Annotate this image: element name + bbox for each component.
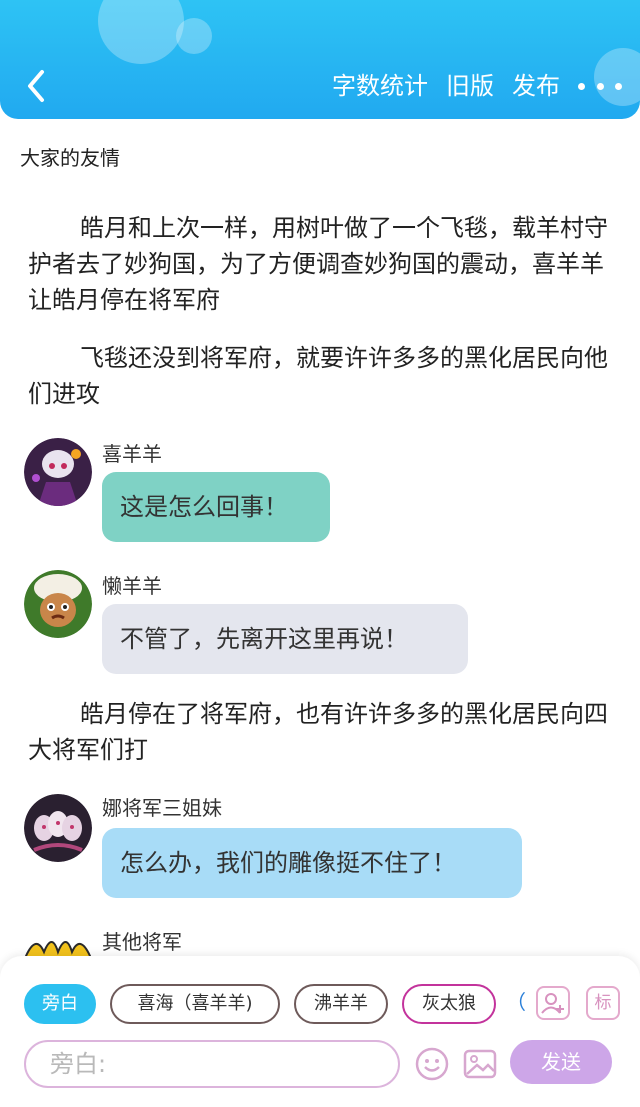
avatar[interactable]: [24, 570, 92, 638]
message-bubble: 不管了，先离开这里再说！: [102, 604, 468, 674]
speaker-name: 其他将军: [102, 930, 182, 954]
role-chip[interactable]: 喜海（喜羊羊): [110, 984, 280, 1024]
back-button[interactable]: [22, 66, 52, 106]
top-bar: 字数统计 旧版 发布: [0, 0, 640, 119]
role-chip[interactable]: （: [506, 984, 526, 1024]
send-button[interactable]: 发送: [510, 1040, 612, 1084]
speaker-name: 懒羊羊: [102, 574, 162, 598]
add-role-button[interactable]: [536, 986, 570, 1020]
message-bubble: 这是怎么回事！: [102, 472, 330, 542]
message-input[interactable]: 旁白:: [24, 1040, 400, 1088]
story-paragraph: 皓月停在了将军府，也有许许多多的黑化居民向四大将军们打: [28, 700, 608, 764]
story-title: 大家的友情: [20, 146, 120, 170]
role-chip[interactable]: 沸羊羊: [294, 984, 388, 1024]
story-paragraph: 飞毯还没到将军府，就要许许多多的黑化居民向他们进攻: [28, 344, 608, 408]
more-horizontal-icon: [578, 82, 585, 90]
smiley-icon: [415, 1047, 449, 1081]
message-bubble: 怎么办，我们的雕像挺不住了！: [102, 828, 522, 898]
avatar[interactable]: [24, 438, 92, 506]
publish-button[interactable]: 发布: [512, 68, 560, 104]
image-icon: [463, 1049, 497, 1079]
speaker-name: 喜羊羊: [102, 442, 162, 466]
speaker-name: 娜将军三姐妹: [102, 796, 222, 820]
tag-button[interactable]: 标: [586, 986, 620, 1020]
emoji-button[interactable]: [414, 1046, 450, 1082]
chevron-left-icon: [28, 70, 44, 102]
word-count-button[interactable]: 字数统计: [332, 68, 428, 104]
decor-bubble-large: [98, 0, 184, 64]
avatar[interactable]: [24, 794, 92, 862]
more-button[interactable]: [578, 68, 622, 104]
story-paragraph: 皓月和上次一样，用树叶做了一个飞毯，载羊村守护者去了妙狗国，为了方便调查妙狗国的…: [28, 214, 608, 314]
header-actions: 字数统计 旧版 发布: [332, 68, 622, 104]
composer-panel: 旁白 喜海（喜羊羊) 沸羊羊 灰太狼 （ 标 旁白: 发送: [0, 956, 640, 1107]
decor-bubble-small: [176, 18, 212, 54]
old-version-button[interactable]: 旧版: [446, 68, 494, 104]
role-chip[interactable]: 灰太狼: [402, 984, 496, 1024]
role-chip-narrator[interactable]: 旁白: [24, 984, 96, 1024]
image-button[interactable]: [462, 1046, 498, 1082]
person-add-icon: [541, 993, 564, 1014]
